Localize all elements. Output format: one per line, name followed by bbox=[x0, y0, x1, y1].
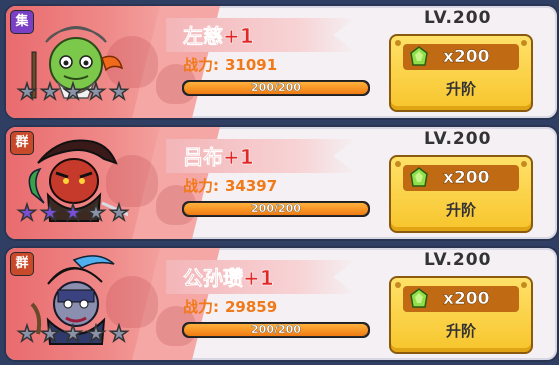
star-rating: ★ ★ ★ ★ ★ bbox=[16, 80, 130, 105]
star-icon: ★ bbox=[16, 201, 37, 226]
power-value: 31091 bbox=[225, 56, 278, 74]
upgrade-label: 升阶 bbox=[445, 322, 476, 340]
rivet bbox=[395, 282, 401, 288]
rivet bbox=[521, 282, 527, 288]
rivet bbox=[395, 40, 401, 46]
star-icon: ★ bbox=[85, 322, 106, 347]
power-label: 战力: bbox=[183, 298, 219, 316]
hero-power: 战力: 34397 bbox=[183, 175, 277, 196]
cost-amount: x200 bbox=[443, 168, 490, 188]
star-rating: ★ ★ ★ ★ ★ bbox=[16, 201, 130, 226]
upgrade-cost: x200 bbox=[403, 286, 519, 312]
hero-name: 公孙瓒+1 bbox=[183, 266, 274, 291]
star-icon: ★ bbox=[108, 201, 129, 226]
power-value: 29859 bbox=[225, 298, 278, 316]
power-label: 战力: bbox=[183, 56, 219, 74]
star-icon: ★ bbox=[16, 80, 37, 105]
hero-level: LV.200 bbox=[424, 8, 492, 28]
hero-power: 战力: 29859 bbox=[183, 296, 277, 317]
upgrade-button[interactable]: x200 升阶 bbox=[389, 34, 533, 112]
star-icon: ★ bbox=[62, 322, 83, 347]
level-progress-bar: 200/200 bbox=[182, 80, 370, 96]
hero-name: 左慈+1 bbox=[183, 24, 254, 49]
hero-card[interactable]: 群 ★ ★ ★ ★ ★ 公孙瓒+1 战力: 29859 200/200 LV.20… bbox=[4, 246, 559, 362]
star-icon: ★ bbox=[62, 80, 83, 105]
star-icon: ★ bbox=[16, 322, 37, 347]
star-rating: ★ ★ ★ ★ ★ bbox=[16, 322, 130, 347]
hero-card[interactable]: 集 ★ ★ ★ ★ ★ 左慈+1 战力: 31091 200/200 LV.200 bbox=[4, 4, 559, 120]
power-label: 战力: bbox=[183, 177, 219, 195]
green-gem-icon bbox=[410, 288, 428, 308]
power-value: 34397 bbox=[225, 177, 278, 195]
hero-level: LV.200 bbox=[424, 129, 492, 149]
star-icon: ★ bbox=[39, 80, 60, 105]
hero-level: LV.200 bbox=[424, 250, 492, 270]
faction-badge: 群 bbox=[10, 131, 34, 155]
star-icon: ★ bbox=[39, 322, 60, 347]
hero-power: 战力: 31091 bbox=[183, 54, 277, 75]
green-gem-icon bbox=[410, 46, 428, 66]
upgrade-button[interactable]: x200 升阶 bbox=[389, 276, 533, 354]
hero-card[interactable]: 群 ★ ★ ★ ★ ★ 吕布+1 战力: 34397 200/200 LV.200 bbox=[4, 125, 559, 241]
star-icon: ★ bbox=[108, 322, 129, 347]
progress-text: 200/200 bbox=[251, 81, 301, 94]
progress-text: 200/200 bbox=[251, 202, 301, 215]
star-icon: ★ bbox=[39, 201, 60, 226]
upgrade-button[interactable]: x200 升阶 bbox=[389, 155, 533, 233]
upgrade-label: 升阶 bbox=[445, 80, 476, 98]
cost-amount: x200 bbox=[443, 289, 490, 309]
star-icon: ★ bbox=[85, 201, 106, 226]
rivet bbox=[521, 40, 527, 46]
faction-badge: 集 bbox=[10, 10, 34, 34]
star-icon: ★ bbox=[85, 80, 106, 105]
rivet bbox=[395, 161, 401, 167]
star-icon: ★ bbox=[108, 80, 129, 105]
level-progress-bar: 200/200 bbox=[182, 201, 370, 217]
hero-list: 集 ★ ★ ★ ★ ★ 左慈+1 战力: 31091 200/200 LV.200 bbox=[0, 0, 559, 365]
green-gem-icon bbox=[410, 167, 428, 187]
rivet bbox=[521, 161, 527, 167]
upgrade-cost: x200 bbox=[403, 44, 519, 70]
faction-badge: 群 bbox=[10, 252, 34, 276]
progress-text: 200/200 bbox=[251, 323, 301, 336]
cost-amount: x200 bbox=[443, 47, 490, 67]
hero-name: 吕布+1 bbox=[183, 145, 254, 170]
upgrade-label: 升阶 bbox=[445, 201, 476, 219]
star-icon: ★ bbox=[62, 201, 83, 226]
upgrade-cost: x200 bbox=[403, 165, 519, 191]
level-progress-bar: 200/200 bbox=[182, 322, 370, 338]
